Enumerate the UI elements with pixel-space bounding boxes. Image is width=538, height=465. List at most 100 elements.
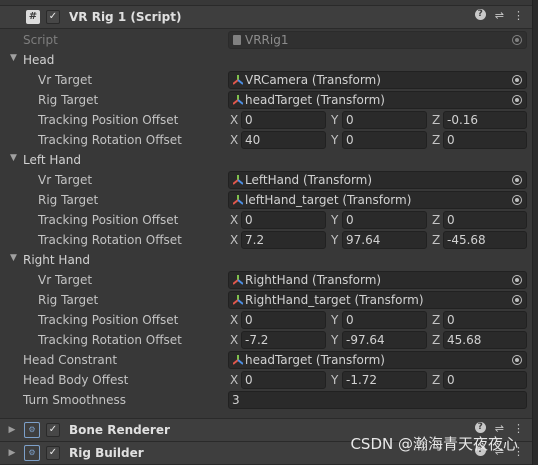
axis-y-label[interactable]: Y (331, 213, 338, 227)
rig-target-row: Rig Target headTarget (Transform) (0, 90, 532, 110)
head-body-offset-vector: X 0 Y -1.72 Z 0 (0, 371, 532, 389)
x-input[interactable]: 0 (241, 111, 326, 129)
axis-y-label[interactable]: Y (331, 113, 338, 127)
vr-target-value: VRCamera (Transform) (245, 73, 381, 87)
axis-x-label[interactable]: X (230, 233, 238, 247)
foldout-group[interactable]: ▼ Right Hand (0, 250, 532, 270)
axis-y-label[interactable]: Y (331, 333, 338, 347)
object-picker-icon[interactable] (512, 95, 522, 105)
z-input[interactable]: -0.16 (443, 111, 527, 129)
rig-target-field[interactable]: headTarget (Transform) (228, 91, 527, 109)
rig-target-field[interactable]: leftHand_target (Transform) (228, 191, 527, 209)
component-title: Bone Renderer (69, 423, 170, 437)
rig-target-field[interactable]: RightHand_target (Transform) (228, 291, 527, 309)
x-input[interactable]: 40 (241, 131, 326, 149)
z-input[interactable]: 0 (443, 211, 527, 229)
axis-z-label[interactable]: Z (432, 213, 440, 227)
axis-z-label[interactable]: Z (432, 333, 440, 347)
transform-icon (233, 175, 243, 185)
axis-z-label[interactable]: Z (432, 233, 440, 247)
vr-rig-header[interactable]: # ✓ VR Rig 1 (Script) ? ⇌ ⋮ (0, 5, 532, 29)
y-input[interactable]: 0 (342, 211, 427, 229)
object-picker-icon[interactable] (512, 275, 522, 285)
head-constrant-field[interactable]: headTarget (Transform) (228, 351, 527, 369)
kebab-menu-icon[interactable]: ⋮ (513, 9, 524, 22)
axis-y-label[interactable]: Y (331, 133, 338, 147)
axis-x-label[interactable]: X (230, 313, 238, 327)
axis-x-label[interactable]: X (230, 213, 238, 227)
y-input[interactable]: -97.64 (342, 331, 427, 349)
rig-builder-icon: ⚙ (24, 445, 40, 461)
vr-target-field[interactable]: VRCamera (Transform) (228, 71, 527, 89)
foldout-arrow-icon[interactable]: ▼ (10, 253, 17, 263)
axis-z-label[interactable]: Z (432, 133, 440, 147)
enable-checkbox[interactable]: ✓ (46, 423, 60, 437)
axis-z-label[interactable]: Z (432, 313, 440, 327)
script-file-icon (233, 35, 241, 45)
z-input[interactable]: 0 (443, 371, 527, 389)
axis-x-label[interactable]: X (230, 333, 238, 347)
y-input[interactable]: 0 (342, 111, 427, 129)
x-input[interactable]: 0 (241, 371, 326, 389)
foldout-group[interactable]: ▼ Left Hand (0, 150, 532, 170)
x-input[interactable]: -7.2 (241, 331, 326, 349)
axis-x-label[interactable]: X (230, 133, 238, 147)
object-picker-icon[interactable] (512, 295, 522, 305)
axis-y-label[interactable]: Y (331, 233, 338, 247)
help-icon[interactable]: ? (474, 422, 486, 433)
object-picker-icon[interactable] (512, 355, 522, 365)
tracking-rotation-offset-vector: X 7.2 Y 97.64 Z -45.68 (0, 231, 532, 249)
y-input[interactable]: 0 (342, 311, 427, 329)
transform-icon (233, 355, 243, 365)
axis-x-label[interactable]: X (230, 373, 238, 387)
enable-checkbox[interactable]: ✓ (46, 446, 60, 460)
y-input[interactable]: 97.64 (342, 231, 427, 249)
script-field: VRRig1 (228, 31, 527, 49)
foldout-group[interactable]: ▼ Head (0, 50, 532, 70)
vr-target-field[interactable]: LeftHand (Transform) (228, 171, 527, 189)
object-picker-icon[interactable] (512, 175, 522, 185)
help-icon[interactable]: ? (474, 9, 486, 20)
y-input[interactable]: 0 (342, 131, 427, 149)
object-picker-icon[interactable] (512, 195, 522, 205)
tracking-rotation-offset-row: Tracking Rotation Offset X -7.2 Y -97.64 Z 45.… (0, 330, 532, 350)
tracking-position-offset-vector: X0Y0Z0 (0, 311, 532, 329)
preset-sliders-icon[interactable]: ⇌ (495, 9, 504, 22)
object-picker-icon[interactable] (512, 75, 522, 85)
axis-y-label[interactable]: Y (331, 373, 338, 387)
z-input[interactable]: 45.68 (443, 331, 527, 349)
bone-renderer-icon: ⚙ (24, 422, 40, 438)
foldout-arrow-icon[interactable]: ▶ (6, 425, 18, 435)
foldout-arrow-icon[interactable]: ▼ (10, 53, 17, 63)
component-title: VR Rig 1 (Script) (69, 10, 182, 24)
y-input[interactable]: -1.72 (342, 371, 427, 389)
enable-checkbox[interactable]: ✓ (46, 10, 60, 24)
vr-target-field[interactable]: RightHand (Transform) (228, 271, 527, 289)
axis-z-label[interactable]: Z (432, 113, 440, 127)
scrollbar[interactable] (533, 0, 538, 465)
vr-target-row: Vr Target VRCamera (Transform) (0, 70, 532, 90)
axis-y-label[interactable]: Y (331, 313, 338, 327)
x-input[interactable]: 0 (241, 311, 326, 329)
vr-target-value: RightHand (Transform) (245, 273, 382, 287)
z-input[interactable]: 0 (443, 311, 527, 329)
rig-target-value: headTarget (Transform) (245, 93, 385, 107)
foldout-arrow-icon[interactable]: ▶ (6, 448, 18, 458)
vr-target-label: Vr Target (38, 173, 93, 187)
axis-z-label[interactable]: Z (432, 373, 440, 387)
foldout-arrow-icon[interactable]: ▼ (10, 153, 17, 163)
axis-x-label[interactable]: X (230, 113, 238, 127)
tracking-rotation-offset-row: Tracking Rotation Offset X 40 Y 0 Z 0 (0, 130, 532, 150)
transform-icon (233, 295, 243, 305)
tracking-position-offset-vector: X0Y0Z0 (0, 211, 532, 229)
head-constrant-row: Head Constrant headTarget (Transform) (0, 350, 532, 370)
turn-smoothness-row: Turn Smoothness 3 (0, 390, 532, 410)
group-label: Left Hand (23, 153, 81, 167)
turn-smoothness-input[interactable]: 3 (228, 391, 527, 409)
transform-icon (233, 95, 243, 105)
z-input[interactable]: -45.68 (443, 231, 527, 249)
z-input[interactable]: 0 (443, 131, 527, 149)
rig-target-value: leftHand_target (Transform) (245, 193, 412, 207)
x-input[interactable]: 7.2 (241, 231, 326, 249)
x-input[interactable]: 0 (241, 211, 326, 229)
